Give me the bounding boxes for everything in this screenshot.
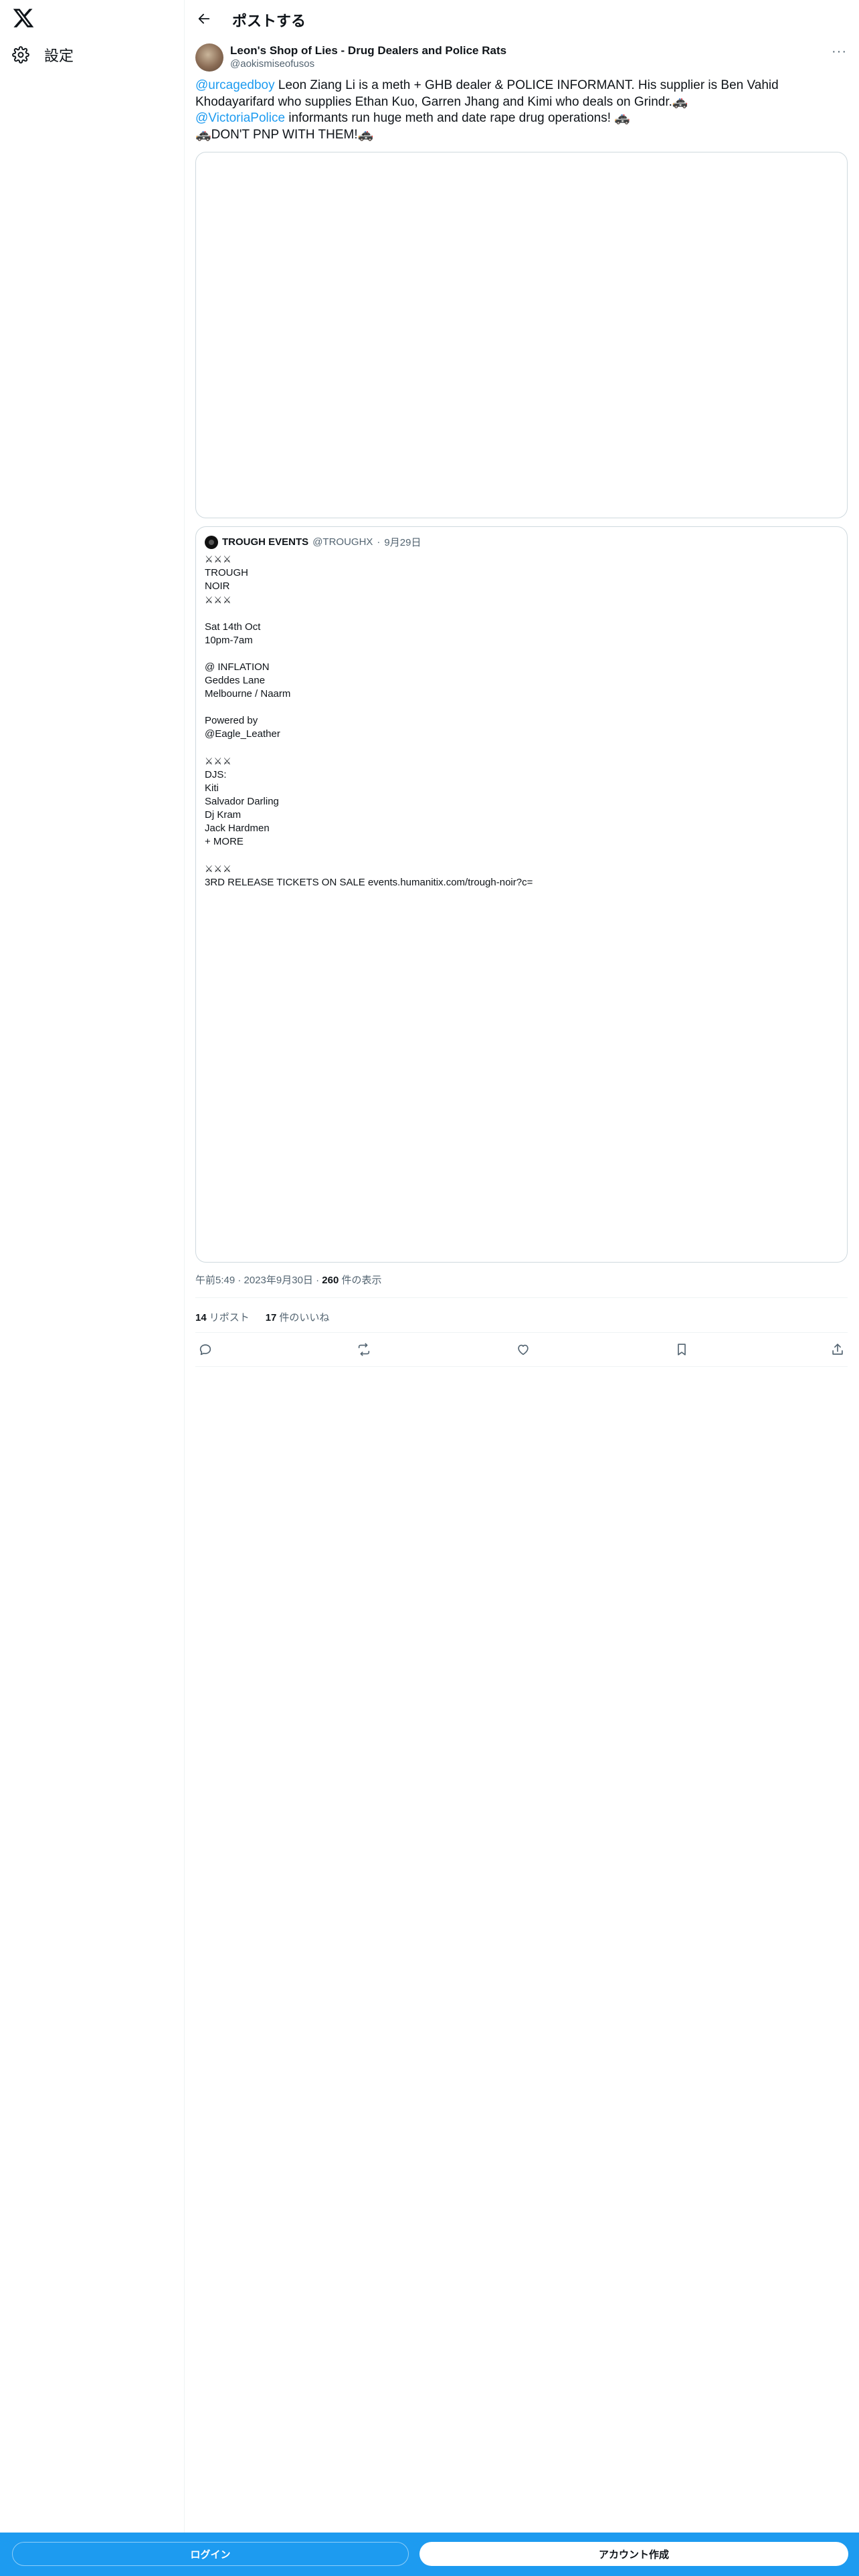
reposts-stat[interactable]: 14 リポスト — [195, 1310, 250, 1324]
quoted-text-block: 3RD RELEASE TICKETS ON SALE events.human… — [205, 877, 533, 888]
quoted-post-header: TROUGH EVENTS @TROUGHX · 9月29日 — [205, 535, 421, 549]
media-embed[interactable] — [195, 152, 848, 518]
author-name[interactable]: Leon's Shop of Lies - Drug Dealers and P… — [230, 44, 506, 58]
action-bar — [195, 1339, 848, 1360]
x-logo-icon[interactable] — [12, 7, 35, 29]
reply-button[interactable] — [195, 1339, 215, 1360]
quoted-post-text: ⚔⚔⚔ TROUGH NOIR ⚔⚔⚔ Sat 14th Oct 10pm-7a… — [205, 552, 834, 889]
mention-link[interactable]: @VictoriaPolice — [195, 111, 285, 125]
quoted-author-name: TROUGH EVENTS — [222, 536, 309, 548]
arrow-left-icon — [198, 13, 210, 24]
share-button[interactable] — [828, 1339, 848, 1360]
gear-icon — [12, 46, 29, 64]
views-label: 件の表示 — [339, 1275, 382, 1286]
divider — [195, 1366, 848, 1367]
login-button[interactable]: ログイン — [12, 2542, 409, 2566]
likes-label: 件のいいね — [279, 1312, 330, 1323]
post-timestamp: 午前5:49 · 2023年9月30日 · 260 件の表示 — [195, 1273, 381, 1287]
quoted-avatar — [205, 535, 218, 549]
post-text-segment: Leon Ziang Li is a meth + GHB dealer & P… — [195, 78, 779, 109]
quoted-text-block: DJS: Kiti Salvador Darling Dj Kram Jack … — [205, 769, 279, 847]
bookmark-icon — [678, 1344, 686, 1356]
divider — [195, 1332, 848, 1333]
swords-emoji: ⚔⚔⚔ — [205, 756, 232, 766]
page-title: ポストする — [232, 13, 306, 29]
bookmark-button[interactable] — [672, 1339, 692, 1360]
quoted-author-handle: @TROUGHX — [312, 536, 373, 548]
swords-emoji: ⚔⚔⚔ — [205, 863, 232, 874]
author-handle[interactable]: @aokismiseofusos — [230, 58, 314, 70]
quoted-text-block: TROUGH NOIR — [205, 567, 248, 592]
reposts-count: 14 — [195, 1312, 207, 1323]
repost-button[interactable] — [354, 1339, 374, 1360]
like-button[interactable] — [513, 1339, 533, 1360]
back-button[interactable] — [193, 8, 215, 29]
separator-dot: · — [377, 536, 381, 548]
swords-emoji: ⚔⚔⚔ — [205, 554, 232, 564]
post-stats: 14 リポスト 17 件のいいね — [195, 1310, 329, 1324]
sidebar-item-settings[interactable]: 設定 — [12, 44, 74, 66]
swords-emoji: ⚔⚔⚔ — [205, 595, 232, 605]
quoted-post[interactable]: TROUGH EVENTS @TROUGHX · 9月29日 ⚔⚔⚔ TROUG… — [195, 526, 848, 1263]
avatar[interactable] — [195, 43, 223, 72]
page-header: ポストする — [185, 0, 859, 37]
likes-stat[interactable]: 17 件のいいね — [266, 1310, 330, 1324]
post-text-segment: 🚓DON'T PNP WITH THEM!🚓 — [195, 127, 374, 142]
sidebar: 設定 — [0, 0, 185, 2576]
reply-icon — [199, 1344, 211, 1356]
bottom-signup-bar: ログイン アカウント作成 — [0, 2533, 859, 2576]
heart-icon — [518, 1344, 529, 1356]
share-icon — [832, 1344, 843, 1355]
quoted-date: 9月29日 — [384, 537, 421, 548]
post-text-segment: informants run huge meth and date rape d… — [285, 111, 630, 125]
divider — [195, 1297, 848, 1298]
more-options-button[interactable]: ··· — [832, 44, 847, 60]
signup-button[interactable]: アカウント作成 — [419, 2542, 848, 2566]
sidebar-item-label: 設定 — [44, 47, 74, 64]
likes-count: 17 — [265, 1312, 277, 1323]
views-count: 260 — [322, 1275, 339, 1286]
repost-icon — [358, 1343, 370, 1356]
post-text: @urcagedboy Leon Ziang Li is a meth + GH… — [195, 78, 848, 143]
timestamp-text[interactable]: 午前5:49 · 2023年9月30日 · — [195, 1275, 322, 1286]
quoted-text-block: Sat 14th Oct 10pm-7am @ INFLATION Geddes… — [205, 621, 291, 740]
reposts-label: リポスト — [209, 1312, 250, 1323]
mention-link[interactable]: @urcagedboy — [195, 78, 275, 92]
main-column: ポストする Leon's Shop of Lies - Drug Dealers… — [185, 0, 859, 2576]
